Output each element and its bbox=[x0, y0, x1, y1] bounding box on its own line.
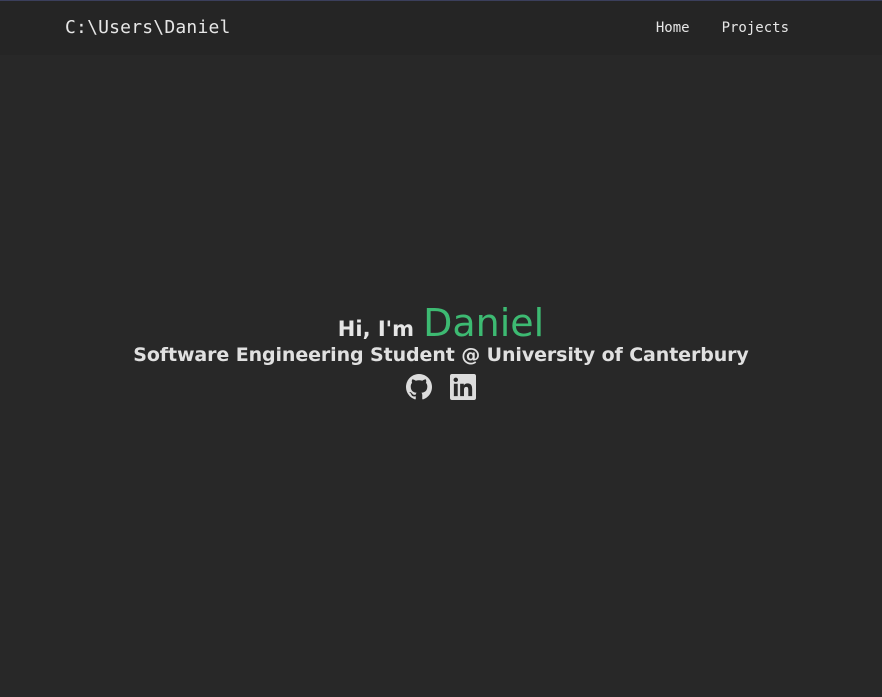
greeting-prefix: Hi, I'm bbox=[337, 317, 414, 341]
github-icon bbox=[406, 374, 432, 400]
hero-subtitle: Software Engineering Student @ Universit… bbox=[133, 344, 749, 366]
nav-links: Home Projects bbox=[656, 20, 789, 36]
page: C:\Users\Daniel Home Projects Hi, I'm Da… bbox=[0, 0, 882, 697]
nav-link-home[interactable]: Home bbox=[656, 20, 690, 36]
hero-section: Hi, I'm Daniel Software Engineering Stud… bbox=[0, 300, 882, 400]
navbar: C:\Users\Daniel Home Projects bbox=[0, 1, 882, 55]
linkedin-icon bbox=[450, 374, 476, 400]
brand-link[interactable]: C:\Users\Daniel bbox=[65, 17, 231, 38]
linkedin-link[interactable] bbox=[450, 374, 476, 400]
nav-link-projects[interactable]: Projects bbox=[722, 20, 789, 36]
greeting: Hi, I'm Daniel bbox=[0, 300, 882, 346]
hero-name: Daniel bbox=[423, 301, 545, 345]
social-links bbox=[0, 374, 882, 400]
github-link[interactable] bbox=[406, 374, 432, 400]
